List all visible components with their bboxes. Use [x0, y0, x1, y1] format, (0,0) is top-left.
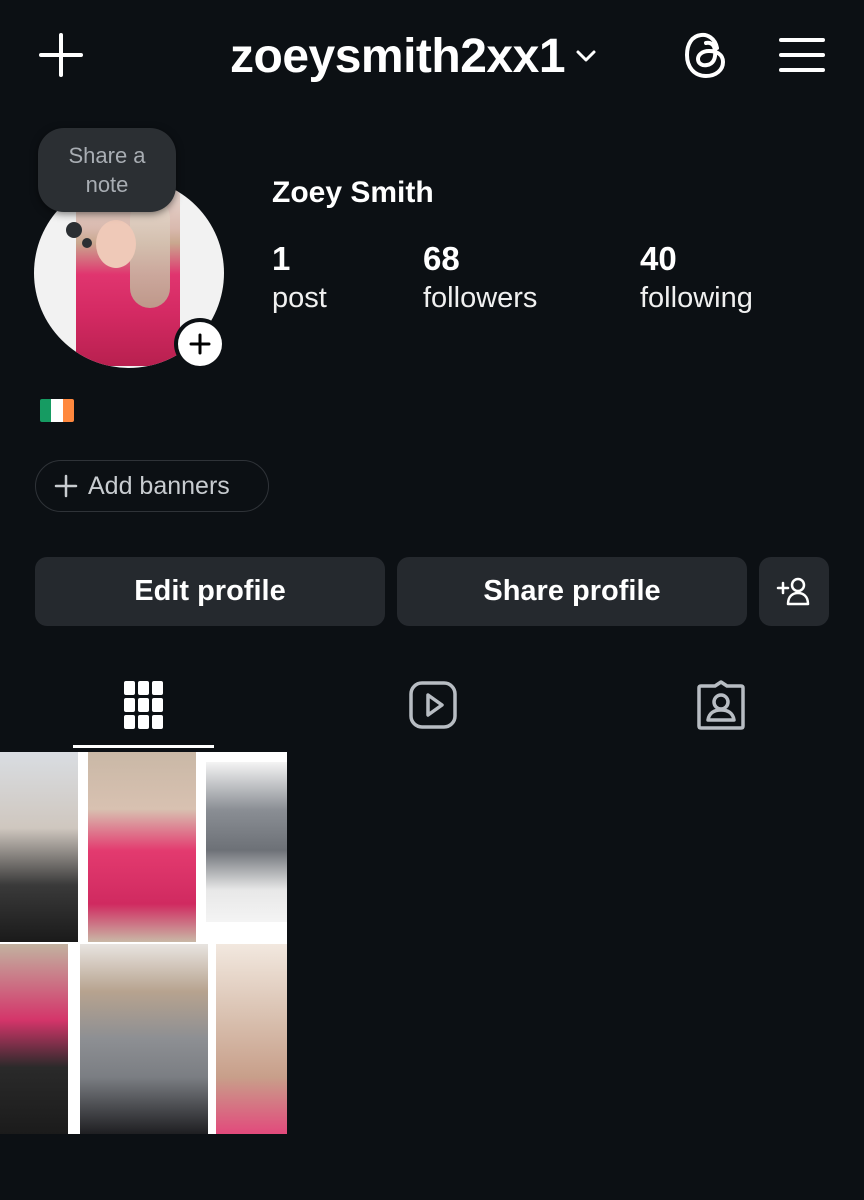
add-person-icon	[776, 577, 810, 605]
note-bubble-tail	[66, 222, 82, 238]
stat-value: 68	[423, 240, 460, 277]
note-bubble-tail-small	[82, 238, 92, 248]
edit-profile-label: Edit profile	[134, 575, 286, 607]
collage-photo	[206, 762, 287, 922]
note-prompt: Share a note	[68, 143, 146, 197]
stat-label: followers	[423, 282, 538, 314]
stat-label: following	[640, 282, 753, 314]
share-profile-button[interactable]: Share profile	[397, 557, 747, 626]
discover-people-button[interactable]	[759, 557, 829, 626]
ireland-flag-icon	[40, 399, 74, 422]
reels-icon	[408, 681, 457, 729]
username: zoeysmith2xx1	[230, 29, 566, 83]
collage-photo	[0, 944, 68, 1134]
plus-icon	[39, 33, 83, 77]
stat-value: 40	[640, 240, 677, 277]
share-note-bubble[interactable]: Share a note	[38, 128, 176, 212]
create-button[interactable]	[36, 30, 86, 80]
tab-tagged[interactable]	[650, 660, 791, 750]
tab-reels[interactable]	[362, 660, 503, 750]
active-tab-indicator	[73, 745, 214, 748]
stat-value: 1	[272, 240, 291, 277]
add-banners-button[interactable]: Add banners	[35, 460, 269, 512]
tab-posts-grid[interactable]	[73, 660, 214, 750]
post-thumbnail[interactable]	[0, 752, 287, 1134]
stat-label: post	[272, 282, 327, 314]
followers-count[interactable]: 68 followers	[423, 240, 537, 318]
account-switcher[interactable]: zoeysmith2xx1	[230, 26, 597, 86]
avatar-photo	[76, 190, 180, 366]
edit-profile-button[interactable]: Edit profile	[35, 557, 385, 626]
chevron-down-icon	[576, 50, 596, 62]
share-profile-label: Share profile	[483, 575, 661, 607]
hamburger-menu-icon	[779, 38, 825, 72]
add-story-button[interactable]	[174, 318, 226, 370]
collage-photo	[80, 944, 208, 1134]
grid-icon	[123, 681, 163, 729]
collage-photo	[0, 752, 78, 942]
following-count[interactable]: 40 following	[640, 240, 753, 318]
add-banners-label: Add banners	[88, 471, 230, 500]
collage-photo	[216, 944, 287, 1134]
posts-count: 1 post	[272, 240, 327, 318]
full-name: Zoey Smith	[272, 176, 434, 209]
plus-icon	[189, 333, 211, 355]
top-bar: zoeysmith2xx1	[0, 0, 864, 110]
collage-photo	[88, 752, 196, 942]
tagged-icon	[696, 680, 745, 730]
threads-button[interactable]	[680, 28, 732, 82]
threads-icon	[684, 32, 726, 79]
plus-icon	[54, 474, 78, 498]
menu-button[interactable]	[776, 32, 828, 78]
